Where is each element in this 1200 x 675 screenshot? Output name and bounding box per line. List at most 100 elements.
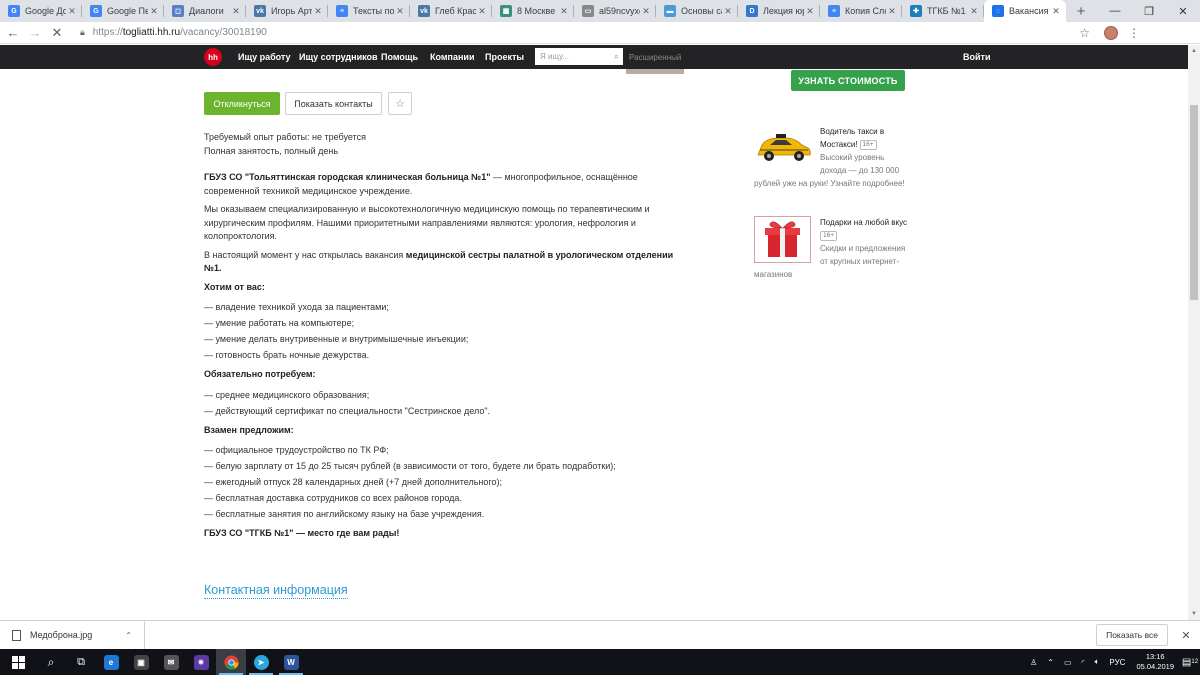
- browser-tab[interactable]: ≡ Тексты под✕: [328, 0, 410, 22]
- tab-favicon-icon: ✚: [910, 5, 922, 17]
- new-tab-button[interactable]: +: [1070, 0, 1092, 22]
- tab-title: Копия Слое: [845, 6, 886, 16]
- minimize-button[interactable]: —: [1098, 0, 1132, 22]
- nav-help[interactable]: Помощь: [381, 45, 418, 69]
- get-price-button[interactable]: УЗНАТЬ СТОИМОСТЬ: [791, 70, 905, 91]
- back-arrow-icon[interactable]: ←: [2, 22, 24, 44]
- tab-favicon-icon: D: [746, 5, 758, 17]
- tab-favicon-icon: ◌: [992, 5, 1004, 17]
- browser-menu-icon[interactable]: ⋮: [1128, 26, 1140, 40]
- org-paragraph: ГБУЗ СО "Тольяттинская городская клиниче…: [204, 171, 689, 198]
- tab-close-icon[interactable]: ✕: [148, 6, 160, 17]
- site-search-input[interactable]: Я ищу... ⌕: [535, 48, 623, 65]
- chrome-icon[interactable]: [216, 649, 246, 675]
- tab-close-icon[interactable]: ✕: [886, 6, 898, 17]
- tab-favicon-icon: G: [90, 5, 102, 17]
- tab-title: 8 Москве з: [517, 6, 558, 16]
- photoshop-icon[interactable]: ✷: [186, 649, 216, 675]
- browser-tab[interactable]: vk Игорь Арте✕: [246, 0, 328, 22]
- page-scrollbar[interactable]: ▲ ▼: [1188, 45, 1200, 620]
- browser-tab[interactable]: G Google Док✕: [0, 0, 82, 22]
- gifts-age-row: 16+: [820, 229, 920, 242]
- browser-tab[interactable]: vk Глеб Красн✕: [410, 0, 492, 22]
- address-bar[interactable]: 🔒︎ https:// togliatti.hh.ru /vacancy/300…: [80, 24, 1140, 42]
- tab-close-icon[interactable]: ✕: [476, 6, 488, 17]
- tab-close-icon[interactable]: ✕: [1050, 6, 1062, 17]
- nav-find-job[interactable]: Ищу работу: [238, 45, 291, 69]
- stop-loading-icon[interactable]: ✕: [46, 22, 68, 44]
- tab-title: Основы са: [681, 6, 722, 16]
- tab-close-icon[interactable]: ✕: [558, 6, 570, 17]
- network-icon[interactable]: ▭: [1064, 658, 1072, 667]
- maximize-button[interactable]: ❐: [1132, 0, 1166, 22]
- lock-icon[interactable]: 🔒︎: [80, 27, 85, 38]
- nav-find-employees[interactable]: Ищу сотрудников: [299, 45, 378, 69]
- wifi-icon[interactable]: ◜: [1082, 658, 1085, 667]
- forward-arrow-icon[interactable]: →: [24, 22, 46, 44]
- advanced-search-link[interactable]: Расширенный: [629, 45, 681, 69]
- tab-close-icon[interactable]: ✕: [968, 6, 980, 17]
- gift-box-image: [754, 216, 811, 263]
- task-view-icon[interactable]: ⧉: [66, 649, 96, 675]
- tab-close-icon[interactable]: ✕: [394, 6, 406, 17]
- word-icon[interactable]: W: [276, 649, 306, 675]
- browser-tab[interactable]: ▭ al59ncvyxc ✕: [574, 0, 656, 22]
- list-item: — умение работать на компьютере;: [204, 318, 355, 328]
- close-icon[interactable]: ✕: [1176, 629, 1196, 642]
- tab-favicon-icon: ▭: [582, 5, 594, 17]
- mail-icon[interactable]: ✉: [156, 649, 186, 675]
- scroll-up-icon[interactable]: ▲: [1188, 45, 1200, 57]
- notification-center-icon[interactable]: ▤ 12: [1180, 657, 1200, 668]
- favorite-star-icon[interactable]: ☆: [388, 92, 412, 115]
- scroll-down-icon[interactable]: ▼: [1188, 608, 1200, 620]
- chevron-up-icon[interactable]: ⌃: [125, 631, 132, 640]
- people-icon[interactable]: ♙: [1030, 658, 1037, 667]
- tab-close-icon[interactable]: ✕: [230, 6, 242, 17]
- nav-projects[interactable]: Проекты: [485, 45, 524, 69]
- search-placeholder: Я ищу...: [540, 52, 570, 61]
- browser-tab[interactable]: ▬ Основы са ✕: [656, 0, 738, 22]
- browser-tab[interactable]: ◻ Диалоги ✕: [164, 0, 246, 22]
- browser-tab[interactable]: ≡ Копия Слое✕: [820, 0, 902, 22]
- scrollbar-thumb[interactable]: [1190, 105, 1198, 300]
- tab-title: Тексты под: [353, 6, 394, 16]
- bookmark-star-icon[interactable]: ☆: [1079, 26, 1090, 40]
- show-hidden-icons[interactable]: ⌃: [1047, 658, 1054, 667]
- respond-button[interactable]: Откликнуться: [204, 92, 280, 115]
- browser-tab[interactable]: G Google Пер✕: [82, 0, 164, 22]
- profile-avatar[interactable]: [1104, 25, 1118, 40]
- tab-close-icon[interactable]: ✕: [66, 6, 78, 17]
- telegram-icon[interactable]: ➤: [246, 649, 276, 675]
- url-scheme: https://: [92, 27, 123, 38]
- browser-tab[interactable]: ◌ Вакансия М✕: [984, 0, 1066, 22]
- list-item: — умение делать внутривенные и внутримыш…: [204, 334, 469, 344]
- clock[interactable]: 13:16 05.04.2019: [1136, 652, 1174, 672]
- tab-close-icon[interactable]: ✕: [640, 6, 652, 17]
- site-header: hh Ищу работу Ищу сотрудников Помощь Ком…: [0, 45, 1188, 69]
- contact-info-heading[interactable]: Контактная информация: [204, 583, 348, 599]
- tab-favicon-icon: vk: [254, 5, 266, 17]
- hh-logo[interactable]: hh: [204, 48, 222, 66]
- close-window-button[interactable]: ✕: [1166, 0, 1200, 22]
- nav-companies[interactable]: Компании: [430, 45, 474, 69]
- tab-close-icon[interactable]: ✕: [722, 6, 734, 17]
- browser-tab[interactable]: ▦ 8 Москве з ✕: [492, 0, 574, 22]
- search-icon[interactable]: ⌕: [36, 649, 66, 675]
- download-item[interactable]: Медоброна.jpg ⌃: [0, 620, 145, 650]
- edge-icon[interactable]: e: [96, 649, 126, 675]
- search-icon[interactable]: ⌕: [614, 51, 619, 62]
- login-link[interactable]: Войти: [963, 45, 990, 69]
- browser-tab[interactable]: ✚ ТГКБ №1 - ✕: [902, 0, 984, 22]
- tab-close-icon[interactable]: ✕: [312, 6, 324, 17]
- show-all-downloads-button[interactable]: Показать все: [1096, 624, 1168, 646]
- tab-close-icon[interactable]: ✕: [804, 6, 816, 17]
- start-windows-icon[interactable]: [0, 649, 36, 675]
- language-indicator[interactable]: РУС: [1109, 658, 1125, 667]
- browser-tab[interactable]: D Лекция юр ✕: [738, 0, 820, 22]
- windows-taskbar: ⌕ ⧉ e ▣ ✉ ✷ ➤ W ♙ ⌃ ▭ ◜ 🔈︎ РУС 13:16 05.…: [0, 649, 1200, 675]
- requirements-list: — владение техникой ухода за пациентами;…: [204, 299, 689, 363]
- tab-title: Глеб Красн: [435, 6, 476, 16]
- volume-icon[interactable]: 🔈︎: [1095, 657, 1100, 667]
- show-contacts-button[interactable]: Показать контакты: [285, 92, 382, 115]
- store-icon[interactable]: ▣: [126, 649, 156, 675]
